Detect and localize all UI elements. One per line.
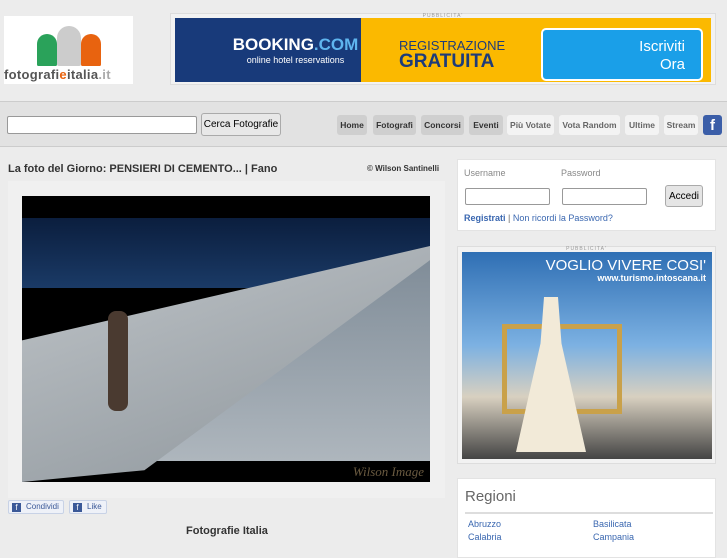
region-link[interactable]: Basilicata <box>593 519 632 529</box>
nav-concorsi[interactable]: Concorsi <box>421 115 464 135</box>
facebook-icon: f <box>73 503 82 512</box>
nav-fotografi[interactable]: Fotografi <box>373 115 416 135</box>
password-input[interactable] <box>562 188 647 205</box>
side-banner-ad[interactable]: PUBBLICITA' VOGLIO VIVERE COSI' www.turi… <box>457 246 716 464</box>
watermark: Wilson Image <box>352 464 424 479</box>
region-link[interactable]: Abruzzo <box>468 519 501 529</box>
photo-of-the-day: Wilson Image <box>8 181 445 498</box>
nav-home[interactable]: Home <box>337 115 367 135</box>
regions-box: Regioni Abruzzo Basilicata Calabria Camp… <box>457 478 716 558</box>
condividi-button[interactable]: f Condividi <box>8 500 64 514</box>
ad-line2: GRATUITA <box>399 51 495 72</box>
like-button[interactable]: f Like <box>69 500 107 514</box>
photo-title[interactable]: La foto del Giorno: PENSIERI DI CEMENTO.… <box>8 163 277 175</box>
login-box: Username Password Accedi Registrati | No… <box>457 159 716 231</box>
child-figure <box>108 311 128 411</box>
logo-figure-green <box>37 34 57 66</box>
ad-cta-button[interactable]: Iscriviti Ora <box>541 28 703 81</box>
username-label: Username <box>464 168 506 178</box>
toolbar: Cerca Fotografie Home Fotografi Concorsi… <box>0 101 727 147</box>
regions-title: Regioni <box>465 488 713 514</box>
login-button[interactable]: Accedi <box>665 185 703 207</box>
nav-eventi[interactable]: Eventi <box>469 115 503 135</box>
site-logo[interactable]: fotografieitalia.it <box>4 16 133 84</box>
region-link[interactable]: Campania <box>593 532 634 542</box>
search-button[interactable]: Cerca Fotografie <box>201 113 281 136</box>
register-link[interactable]: Registrati <box>464 213 506 223</box>
facebook-icon[interactable]: f <box>703 115 722 135</box>
nav-ultime[interactable]: Ultime <box>625 115 659 135</box>
search-input[interactable] <box>7 116 197 134</box>
photo-credit[interactable]: © Wilson Santinelli <box>367 164 439 173</box>
password-label: Password <box>561 168 601 178</box>
forgot-password-link[interactable]: Non ricordi la Password? <box>513 213 613 223</box>
booking-logo: BOOKING.COM online hotel reservations <box>175 18 361 82</box>
username-input[interactable] <box>465 188 550 205</box>
top-banner-ad[interactable]: PUBBLICITA' BOOKING.COM online hotel rese… <box>170 13 716 85</box>
nav-stream[interactable]: Stream <box>664 115 698 135</box>
nav-vota-random[interactable]: Vota Random <box>559 115 620 135</box>
nav-piu-votate[interactable]: Più Votate <box>507 115 554 135</box>
facebook-icon: f <box>12 503 21 512</box>
separator: | <box>505 213 513 223</box>
logo-text: fotografieitalia.it <box>4 67 111 82</box>
ad-headline: VOGLIO VIVERE COSI' <box>545 257 706 274</box>
section-title: Fotografie Italia <box>186 525 268 537</box>
logo-figure-grey <box>57 26 81 66</box>
region-link[interactable]: Calabria <box>468 532 502 542</box>
ad-url: www.turismo.intoscana.it <box>597 273 706 283</box>
photo-image[interactable]: Wilson Image <box>22 196 430 482</box>
logo-figure-orange <box>81 34 101 66</box>
